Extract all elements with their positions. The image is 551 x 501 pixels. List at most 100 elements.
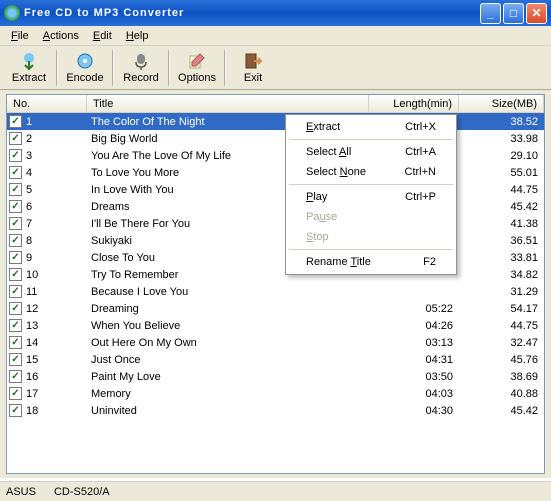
track-length: 03:13 bbox=[369, 337, 459, 349]
track-no: 4 bbox=[26, 167, 32, 179]
table-row[interactable]: ✓2Big Big World33.98 bbox=[7, 130, 544, 147]
checkbox-icon[interactable]: ✓ bbox=[9, 132, 22, 145]
table-row[interactable]: ✓6Dreams45.42 bbox=[7, 198, 544, 215]
track-size: 41.38 bbox=[459, 218, 544, 230]
encode-button[interactable]: Encode bbox=[60, 48, 110, 88]
list-header: No. Title Length(min) Size(MB) bbox=[7, 95, 544, 113]
column-length[interactable]: Length(min) bbox=[369, 95, 459, 112]
track-size: 36.51 bbox=[459, 235, 544, 247]
track-no: 10 bbox=[26, 269, 38, 281]
table-row[interactable]: ✓12Dreaming05:2254.17 bbox=[7, 300, 544, 317]
menu-help[interactable]: Help bbox=[119, 28, 156, 44]
checkbox-icon[interactable]: ✓ bbox=[9, 251, 22, 264]
context-menu-item[interactable]: Select AllCtrl+A bbox=[288, 142, 454, 162]
track-size: 40.88 bbox=[459, 388, 544, 400]
track-no: 7 bbox=[26, 218, 32, 230]
table-row[interactable]: ✓14Out Here On My Own03:1332.47 bbox=[7, 334, 544, 351]
checkbox-icon[interactable]: ✓ bbox=[9, 353, 22, 366]
track-size: 55.01 bbox=[459, 167, 544, 179]
checkbox-icon[interactable]: ✓ bbox=[9, 404, 22, 417]
context-menu-item[interactable]: Select NoneCtrl+N bbox=[288, 162, 454, 182]
table-row[interactable]: ✓1The Color Of The Night03:4938.52 bbox=[7, 113, 544, 130]
track-size: 45.42 bbox=[459, 201, 544, 213]
maximize-button[interactable]: □ bbox=[503, 3, 524, 24]
checkbox-icon[interactable]: ✓ bbox=[9, 217, 22, 230]
column-size[interactable]: Size(MB) bbox=[459, 95, 544, 112]
minimize-button[interactable]: _ bbox=[480, 3, 501, 24]
status-bar: ASUS CD-S520/A bbox=[0, 481, 551, 501]
checkbox-icon[interactable]: ✓ bbox=[9, 319, 22, 332]
extract-icon bbox=[19, 51, 39, 71]
checkbox-icon[interactable]: ✓ bbox=[9, 200, 22, 213]
checkbox-icon[interactable]: ✓ bbox=[9, 387, 22, 400]
track-length: 04:03 bbox=[369, 388, 459, 400]
track-title: Paint My Love bbox=[87, 371, 369, 383]
track-no: 14 bbox=[26, 337, 38, 349]
table-row[interactable]: ✓11Because I Love You31.29 bbox=[7, 283, 544, 300]
table-row[interactable]: ✓10Try To Remember34.82 bbox=[7, 266, 544, 283]
checkbox-icon[interactable]: ✓ bbox=[9, 234, 22, 247]
track-size: 33.81 bbox=[459, 252, 544, 264]
checkbox-icon[interactable]: ✓ bbox=[9, 302, 22, 315]
context-menu-item[interactable]: ExtractCtrl+X bbox=[288, 117, 454, 137]
list-body: ✓1The Color Of The Night03:4938.52✓2Big … bbox=[7, 113, 544, 419]
table-row[interactable]: ✓9Close To You33.81 bbox=[7, 249, 544, 266]
checkbox-icon[interactable]: ✓ bbox=[9, 115, 22, 128]
column-no[interactable]: No. bbox=[7, 95, 87, 112]
track-no: 5 bbox=[26, 184, 32, 196]
table-row[interactable]: ✓5In Love With You44.75 bbox=[7, 181, 544, 198]
track-size: 31.29 bbox=[459, 286, 544, 298]
context-menu-separator bbox=[289, 139, 453, 140]
track-length: 03:50 bbox=[369, 371, 459, 383]
options-button[interactable]: Options bbox=[172, 48, 222, 88]
checkbox-icon[interactable]: ✓ bbox=[9, 183, 22, 196]
checkbox-icon[interactable]: ✓ bbox=[9, 336, 22, 349]
table-row[interactable]: ✓18Uninvited04:3045.42 bbox=[7, 402, 544, 419]
table-row[interactable]: ✓8Sukiyaki36.51 bbox=[7, 232, 544, 249]
track-size: 38.52 bbox=[459, 116, 544, 128]
track-no: 18 bbox=[26, 405, 38, 417]
checkbox-icon[interactable]: ✓ bbox=[9, 285, 22, 298]
track-size: 45.76 bbox=[459, 354, 544, 366]
track-title: Uninvited bbox=[87, 405, 369, 417]
checkbox-icon[interactable]: ✓ bbox=[9, 149, 22, 162]
track-length: 05:22 bbox=[369, 303, 459, 315]
table-row[interactable]: ✓16Paint My Love03:5038.69 bbox=[7, 368, 544, 385]
extract-button[interactable]: Extract bbox=[4, 48, 54, 88]
toolbar-separator bbox=[112, 50, 114, 86]
table-row[interactable]: ✓3You Are The Love Of My Life29.10 bbox=[7, 147, 544, 164]
context-menu-item[interactable]: Rename TitleF2 bbox=[288, 252, 454, 272]
checkbox-icon[interactable]: ✓ bbox=[9, 166, 22, 179]
table-row[interactable]: ✓15Just Once04:3145.76 bbox=[7, 351, 544, 368]
track-size: 44.75 bbox=[459, 320, 544, 332]
context-menu-item[interactable]: PlayCtrl+P bbox=[288, 187, 454, 207]
record-button[interactable]: Record bbox=[116, 48, 166, 88]
track-no: 6 bbox=[26, 201, 32, 213]
close-button[interactable]: ✕ bbox=[526, 3, 547, 24]
exit-button[interactable]: Exit bbox=[228, 48, 278, 88]
track-title: Dreaming bbox=[87, 303, 369, 315]
table-row[interactable]: ✓13When You Believe04:2644.75 bbox=[7, 317, 544, 334]
track-length: 04:30 bbox=[369, 405, 459, 417]
context-menu-separator bbox=[289, 184, 453, 185]
table-row[interactable]: ✓7I'll Be There For You41.38 bbox=[7, 215, 544, 232]
track-no: 8 bbox=[26, 235, 32, 247]
menu-actions[interactable]: Actions bbox=[36, 28, 86, 44]
checkbox-icon[interactable]: ✓ bbox=[9, 268, 22, 281]
table-row[interactable]: ✓17Memory04:0340.88 bbox=[7, 385, 544, 402]
menu-edit[interactable]: Edit bbox=[86, 28, 119, 44]
track-no: 1 bbox=[26, 116, 32, 128]
track-listview[interactable]: No. Title Length(min) Size(MB) ✓1The Col… bbox=[6, 94, 545, 474]
context-menu-separator bbox=[289, 249, 453, 250]
table-row[interactable]: ✓4To Love You More55.01 bbox=[7, 164, 544, 181]
column-title[interactable]: Title bbox=[87, 95, 369, 112]
track-no: 3 bbox=[26, 150, 32, 162]
checkbox-icon[interactable]: ✓ bbox=[9, 370, 22, 383]
track-no: 13 bbox=[26, 320, 38, 332]
track-length: 04:31 bbox=[369, 354, 459, 366]
menu-file[interactable]: File bbox=[4, 28, 36, 44]
record-icon bbox=[131, 51, 151, 71]
window-title: Free CD to MP3 Converter bbox=[24, 7, 478, 19]
track-size: 29.10 bbox=[459, 150, 544, 162]
title-bar: Free CD to MP3 Converter _ □ ✕ bbox=[0, 0, 551, 26]
